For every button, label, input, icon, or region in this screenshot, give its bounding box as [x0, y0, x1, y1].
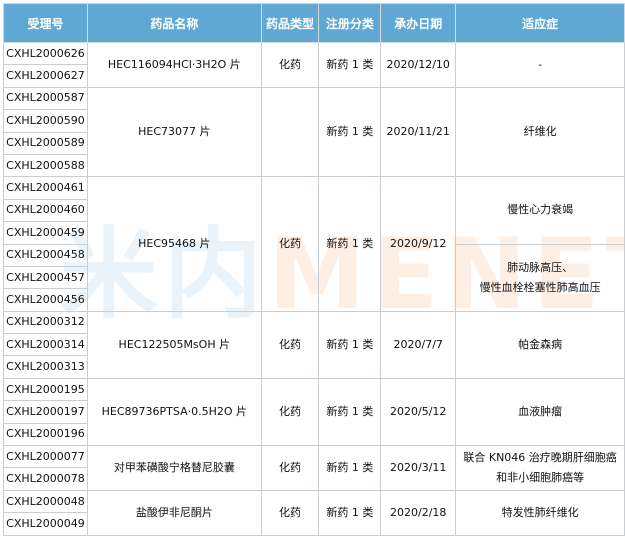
registration-class: 新药 1 类	[318, 42, 382, 88]
header-id: 受理号	[3, 3, 88, 43]
application-id: CXHL2000196	[3, 422, 88, 447]
registration-class: 新药 1 类	[318, 445, 382, 491]
drug-type: 化药	[260, 489, 320, 536]
drug-type: 化药	[260, 176, 320, 312]
drug-type: 化药	[260, 377, 320, 447]
drug-name: 盐酸伊非尼酮片	[86, 489, 262, 536]
application-id: CXHL2000314	[3, 333, 88, 357]
indication: 纤维化	[455, 86, 625, 178]
undertaking-date: 2020/2/18	[380, 489, 457, 536]
drug-name: HEC73077 片	[86, 86, 262, 178]
registration-class: 新药 1 类	[318, 176, 382, 312]
undertaking-date: 2020/9/12	[380, 176, 457, 312]
application-id: CXHL2000456	[3, 288, 88, 312]
registration-class: 新药 1 类	[318, 310, 382, 379]
table-row: CXHL2000048 盐酸伊非尼酮片 化药 新药 1 类 2020/2/18 特发性肺纤…	[3, 489, 625, 536]
header-date: 承办日期	[380, 3, 457, 43]
header-reg-class: 注册分类	[318, 3, 382, 43]
application-id: CXHL2000460	[3, 198, 88, 223]
application-id: CXHL2000461	[3, 176, 88, 200]
application-id: CXHL2000588	[3, 153, 88, 178]
application-id: CXHL2000589	[3, 131, 88, 155]
registration-class: 新药 1 类	[318, 377, 382, 447]
drug-name: 对甲苯磺酸宁格替尼胶囊	[86, 445, 262, 491]
indication: 肺动脉高压、 慢性血栓栓塞性肺高血压	[455, 243, 625, 312]
undertaking-date: 2020/11/21	[380, 86, 457, 178]
drug-name: HEC116094HCl·3H2O 片	[86, 42, 262, 88]
registration-class: 新药 1 类	[318, 489, 382, 536]
drug-name: HEC89736PTSA·0.5H2O 片	[86, 377, 262, 447]
indication: 特发性肺纤维化	[455, 489, 625, 536]
application-id: CXHL2000197	[3, 400, 88, 424]
undertaking-date: 2020/7/7	[380, 310, 457, 379]
indication: 血液肿瘤	[455, 377, 625, 447]
application-id: CXHL2000312	[3, 310, 88, 335]
application-id: CXHL2000313	[3, 355, 88, 379]
indication: -	[455, 42, 625, 88]
indication: 联合 KN046 治疗晚期肝细胞癌 和非小细胞肺癌等	[455, 445, 625, 491]
registration-table: 受理号 药品名称 药品类型 注册分类 承办日期 适应症 CXHL2000626 H…	[3, 3, 625, 536]
application-id: CXHL2000626	[3, 41, 88, 66]
table-row: CXHL2000626 HEC116094HCl·3H2O 片化药 新药 1 类 20…	[3, 41, 625, 88]
table-row: CXHL2000587 HEC73077 片新药 1 类 2020/11/21 纤维化	[3, 86, 625, 178]
application-id: CXHL2000627	[3, 64, 88, 88]
undertaking-date: 2020/3/11	[380, 445, 457, 491]
application-id: CXHL2000587	[3, 86, 88, 111]
header-indication: 适应症	[455, 3, 625, 43]
undertaking-date: 2020/12/10	[380, 42, 457, 88]
application-id: CXHL2000077	[3, 445, 88, 469]
application-id: CXHL2000078	[3, 467, 88, 491]
indication: 慢性心力衰竭	[455, 176, 625, 245]
header-row: 受理号 药品名称 药品类型 注册分类 承办日期 适应症	[3, 3, 625, 43]
application-id: CXHL2000457	[3, 265, 88, 290]
application-id: CXHL2000049	[3, 512, 88, 536]
application-id: CXHL2000048	[3, 489, 88, 514]
undertaking-date: 2020/5/12	[380, 377, 457, 447]
drug-name: HEC95468 片	[86, 176, 262, 312]
table-body: CXHL2000626 HEC116094HCl·3H2O 片化药 新药 1 类 20…	[3, 41, 625, 536]
application-id: CXHL2000195	[3, 377, 88, 402]
table-row: CXHL2000077 对甲苯磺酸宁格替尼胶囊 化药 新药 1 类 2020/3/11 联…	[3, 445, 625, 491]
indication: 帕金森病	[455, 310, 625, 379]
header-drug-name: 药品名称	[86, 3, 262, 43]
drug-name: HEC122505MsOH 片	[86, 310, 262, 379]
drug-type: 化药	[260, 310, 320, 379]
drug-type	[260, 86, 320, 178]
registration-class: 新药 1 类	[318, 86, 382, 178]
application-id: CXHL2000458	[3, 243, 88, 267]
table-row: CXHL2000195 HEC89736PTSA·0.5H2O 片化药 新药 1 类…	[3, 377, 625, 447]
header-drug-type: 药品类型	[260, 3, 320, 43]
drug-type: 化药	[260, 42, 320, 88]
table-row: CXHL2000312 HEC122505MsOH 片化药 新药 1 类 2020/7…	[3, 310, 625, 379]
application-id: CXHL2000459	[3, 221, 88, 245]
application-id: CXHL2000590	[3, 109, 88, 133]
table-row: CXHL2000461 HEC95468 片化药 新药 1 类 2020/9/12 慢性…	[3, 176, 625, 312]
drug-type: 化药	[260, 445, 320, 491]
